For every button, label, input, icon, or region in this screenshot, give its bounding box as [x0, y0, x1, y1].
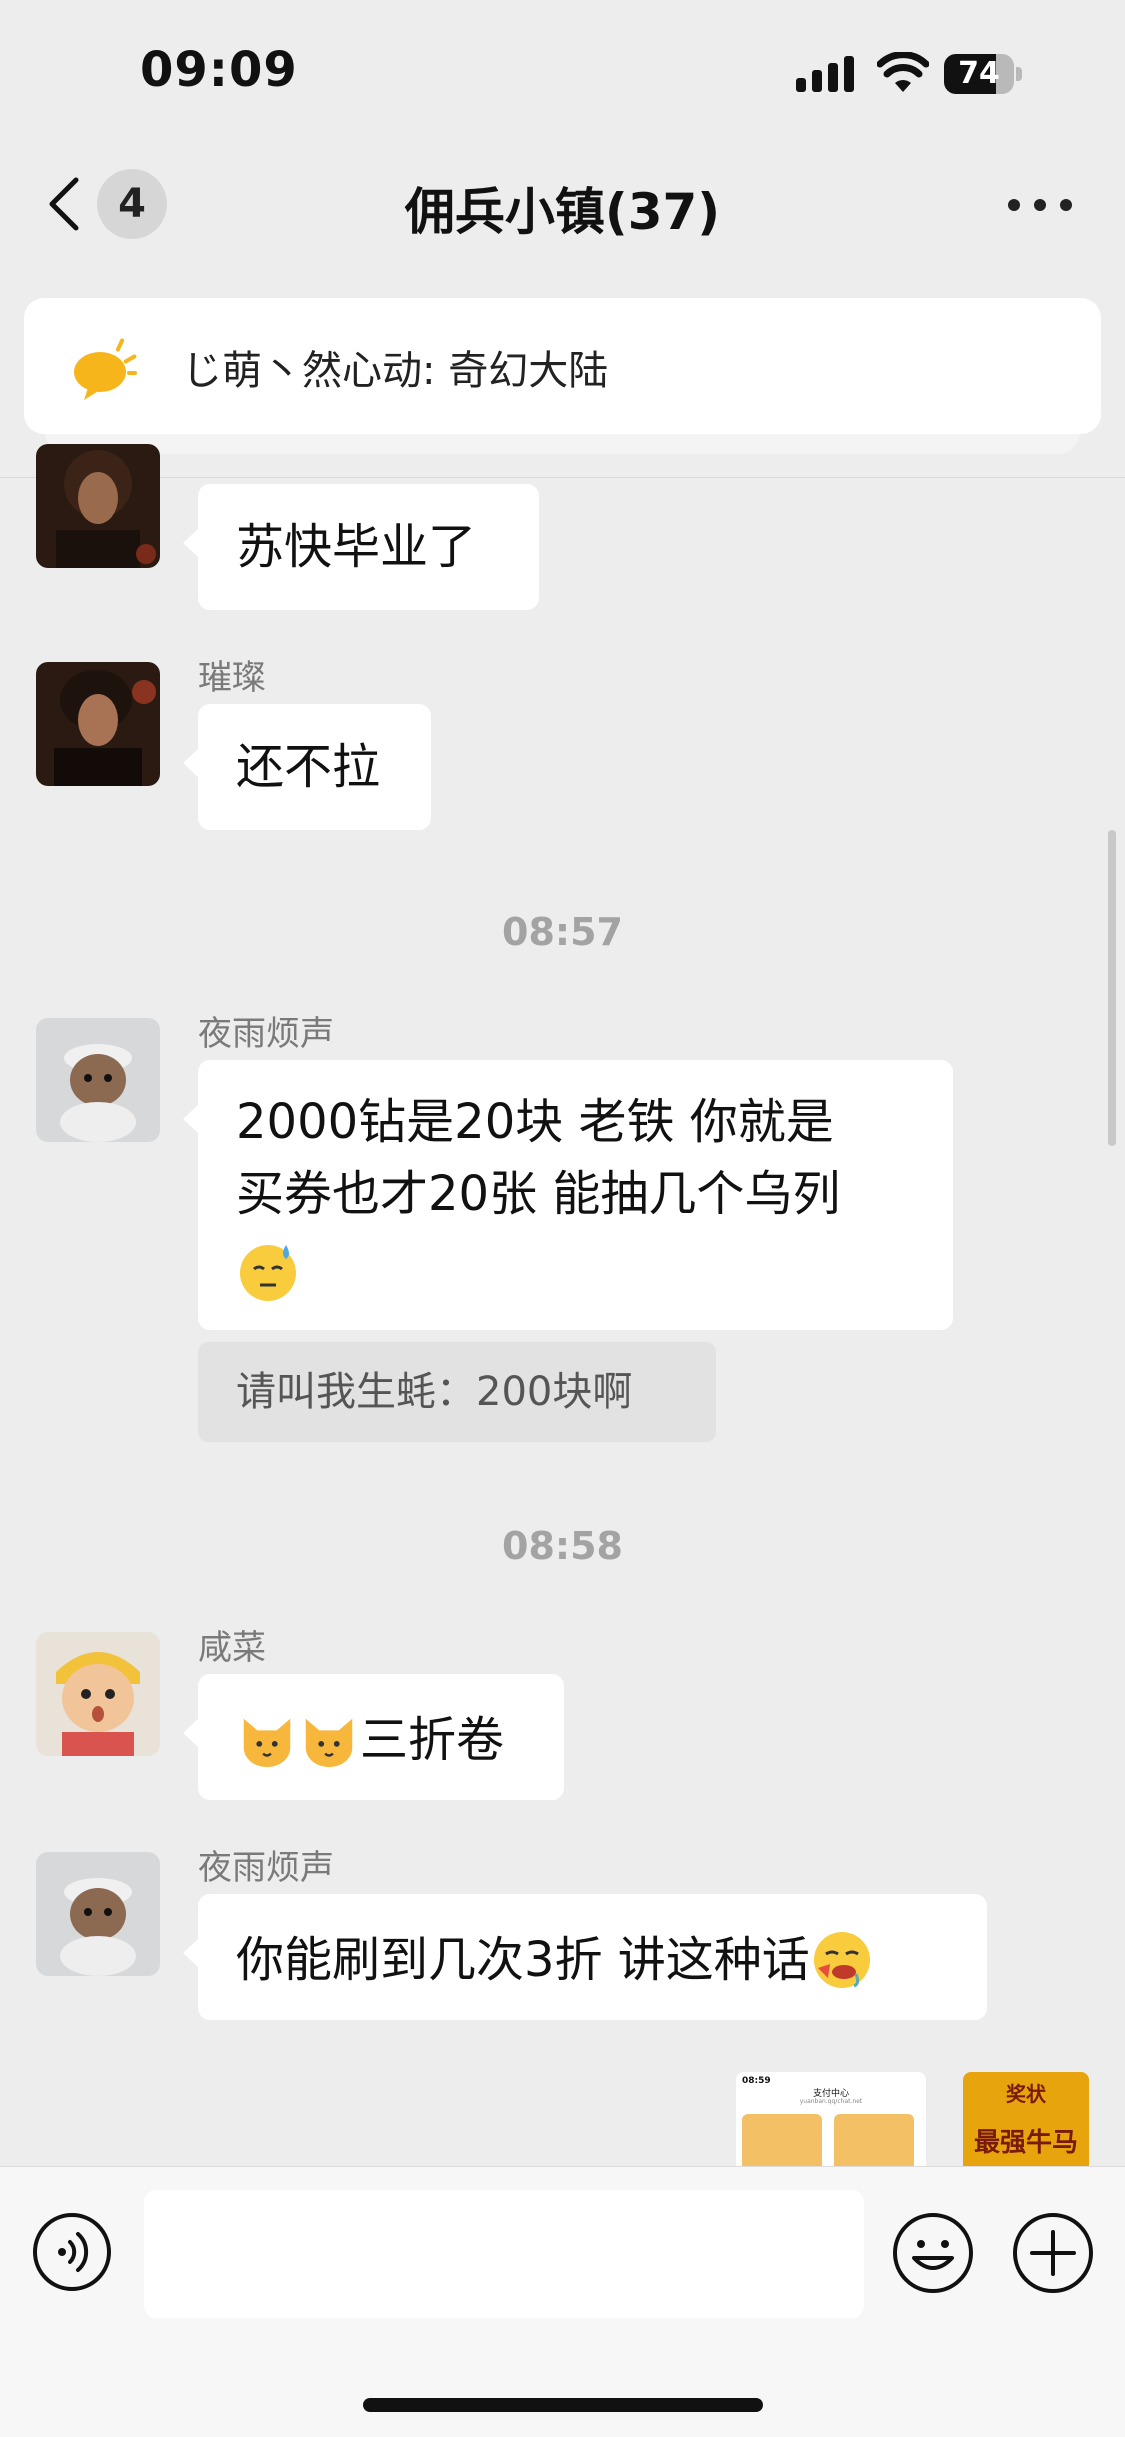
avatar[interactable]	[36, 662, 160, 786]
thumbnail-coupon	[834, 2114, 914, 2166]
cold-sweat-emoji	[240, 1245, 296, 1301]
message-text: 你能刷到几次3折 讲这种话	[236, 1932, 810, 1988]
message-text: 三折卷	[360, 1712, 505, 1768]
chat-title: 佣兵小镇(37)	[404, 183, 721, 241]
back-icon[interactable]	[44, 174, 84, 234]
message-bubble[interactable]: 2000钻是20块 老铁 你就是 买券也才20张 能抽几个乌列	[183, 1060, 953, 1330]
timestamp: 08:58	[502, 1524, 623, 1568]
sender-name: 夜雨烦声	[198, 1014, 334, 1054]
scrollbar-thumb[interactable]	[1108, 830, 1116, 1146]
unread-count-badge[interactable]: 4	[97, 169, 167, 239]
message-text: 苏快毕业了	[236, 519, 477, 575]
sender-name: 咸菜	[198, 1628, 266, 1668]
screenshot-thumbnail[interactable]: 08:59 支付中心 yuanban.qq/chat.net	[736, 2072, 926, 2166]
emoji-icon[interactable]	[892, 2212, 974, 2294]
avatar[interactable]	[36, 1632, 160, 1756]
status-time: 09:09	[140, 42, 298, 98]
message-bubble[interactable]: 三折卷	[183, 1674, 564, 1800]
announcement-speaker-icon	[74, 338, 137, 400]
sticker-thumbnail[interactable]: 奖状 最强牛马	[963, 2072, 1089, 2166]
message-bubble[interactable]: 你能刷到几次3折 讲这种话	[183, 1894, 987, 2020]
message-input[interactable]	[144, 2190, 864, 2318]
thumbnail-time: 08:59	[742, 2076, 771, 2086]
avatar[interactable]	[36, 444, 160, 568]
avatar[interactable]	[36, 1018, 160, 1142]
thumbnail-subtitle: yuanban.qq/chat.net	[799, 2098, 863, 2105]
message-text: 还不拉	[236, 739, 381, 795]
header-divider	[0, 477, 1125, 478]
message-text-line: 2000钻是20块 老铁 你就是	[236, 1094, 834, 1150]
quoted-text: 请叫我生蚝：200块啊	[236, 1369, 633, 1415]
voice-icon[interactable]	[32, 2212, 112, 2292]
quoted-message[interactable]: 请叫我生蚝：200块啊	[198, 1342, 716, 1442]
message-text-line: 买券也才20张 能抽几个乌列	[236, 1166, 841, 1222]
sticker-title: 奖状	[1006, 2082, 1046, 2106]
cat-emoji	[305, 1718, 353, 1768]
message-bubble[interactable]: 还不拉	[183, 704, 431, 830]
timestamp: 08:57	[502, 910, 623, 954]
battery-icon: 74	[944, 54, 1022, 94]
more-icon[interactable]	[1008, 195, 1072, 215]
message-bubble[interactable]: 苏快毕业了	[183, 484, 539, 610]
sender-name: 夜雨烦声	[198, 1848, 334, 1888]
drooling-emoji	[813, 1932, 870, 1988]
thumbnail-coupon	[742, 2114, 822, 2166]
cellular-signal-icon	[796, 56, 854, 92]
sender-name: 璀璨	[198, 658, 266, 698]
battery-level: 74	[958, 56, 1000, 91]
wifi-icon	[877, 52, 929, 92]
home-indicator	[363, 2398, 763, 2412]
sticker-text: 最强牛马	[973, 2128, 1078, 2158]
avatar[interactable]	[36, 1852, 160, 1976]
announcement-text: じ萌丶然心动: 奇幻大陆	[182, 348, 609, 394]
add-icon[interactable]	[1012, 2212, 1094, 2294]
cat-emoji	[243, 1718, 291, 1768]
